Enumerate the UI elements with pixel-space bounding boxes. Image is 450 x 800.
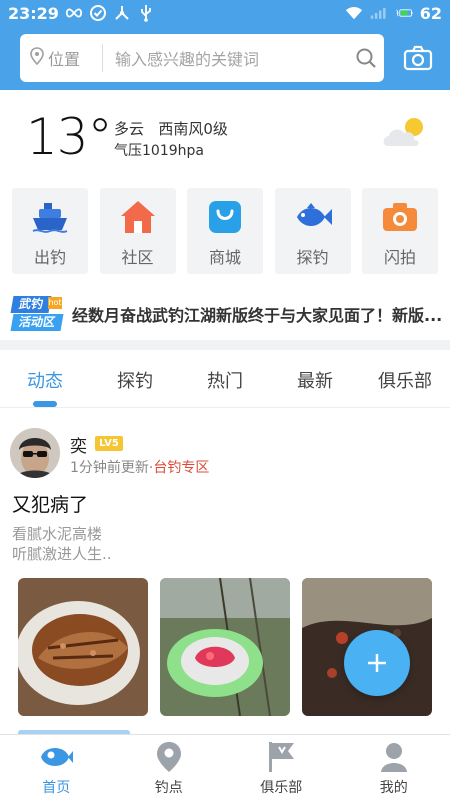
quick-item-label: 探钓	[296, 248, 329, 267]
active-tab-indicator	[33, 401, 57, 407]
infinity-icon	[65, 4, 83, 22]
top-header: 位置 输入感兴趣的关键词	[0, 26, 450, 90]
tab-dongtai[interactable]: 动态	[0, 350, 90, 407]
quick-item-chudiao[interactable]: 出钓	[12, 188, 88, 274]
quick-item-label: 出钓	[33, 248, 66, 267]
nav-label: 钓点	[154, 780, 183, 796]
search-input[interactable]: 输入感兴趣的关键词	[103, 46, 348, 70]
scan-camera-button[interactable]	[402, 42, 434, 74]
tab-julebu[interactable]: 俱乐部	[360, 350, 450, 407]
update-time: 1分钟前更新·	[70, 460, 154, 476]
tab-label: 动态	[27, 371, 63, 392]
tab-zuixin[interactable]: 最新	[270, 350, 360, 407]
activity-logo: 武钓 hot 活动区	[10, 296, 64, 332]
wifi-icon	[345, 4, 363, 22]
temperature: 13°	[26, 108, 113, 166]
level-badge: LV5	[95, 436, 123, 451]
location-selector[interactable]: 位置	[20, 34, 102, 82]
location-pin-icon	[30, 47, 44, 69]
status-bar: 23:29 62	[0, 0, 450, 26]
flag-icon	[264, 741, 298, 773]
post-image-fish-plate[interactable]	[18, 578, 148, 716]
ship-icon	[30, 198, 70, 236]
search-bar[interactable]: 位置 输入感兴趣的关键词	[20, 34, 384, 82]
status-time: 23:29	[8, 3, 59, 23]
bottom-nav: 首页 钓点 俱乐部 我的	[0, 734, 450, 800]
wind-text: 西南风0级	[158, 120, 228, 138]
quick-item-label: 闪拍	[383, 248, 416, 267]
weather-condition: 多云 西南风0级	[114, 118, 228, 139]
pressure-text: 气压1019hpa	[114, 143, 204, 159]
nav-label: 我的	[379, 780, 408, 796]
battery-icon	[395, 4, 413, 22]
fish-home-icon	[39, 741, 74, 773]
logo-hot-tag: hot	[48, 297, 62, 309]
plus-icon	[368, 654, 386, 672]
fish-icon	[293, 198, 333, 236]
tab-label: 最新	[297, 371, 333, 392]
tab-label: 俱乐部	[378, 371, 432, 392]
quick-item-shequ[interactable]: 社区	[99, 188, 176, 274]
check-circle-icon	[89, 4, 107, 22]
nav-mine[interactable]: 我的	[338, 735, 450, 800]
user-icon	[377, 741, 411, 773]
battery-level: 62	[419, 3, 442, 23]
post-body-line: 看腻水泥高楼	[12, 525, 103, 543]
nav-label: 俱乐部	[260, 780, 303, 796]
camera-icon	[403, 45, 433, 71]
post-image-bait-plate[interactable]	[160, 578, 290, 716]
nav-club[interactable]: 俱乐部	[225, 735, 338, 800]
tab-remen[interactable]: 热门	[180, 350, 270, 407]
quick-item-shangcheng[interactable]: 商城	[187, 188, 263, 274]
map-pin-icon	[152, 741, 186, 773]
share-node-icon	[113, 4, 131, 22]
nav-home[interactable]: 首页	[0, 735, 113, 800]
post-body-line: 听腻激进人生..	[12, 545, 112, 563]
feed-tabs: 动态 探钓 热门 最新 俱乐部	[0, 350, 450, 408]
activity-banner[interactable]: 武钓 hot 活动区 经数月奋战武钓江湖新版终于与大家见面了！新版...	[10, 294, 442, 334]
tab-tandiao[interactable]: 探钓	[90, 350, 180, 407]
post-title[interactable]: 又犯病了	[12, 490, 88, 517]
tab-label: 探钓	[117, 371, 153, 392]
add-post-button[interactable]	[344, 630, 410, 696]
quick-item-shanpai[interactable]: 闪拍	[362, 188, 438, 274]
nav-label: 首页	[42, 780, 71, 796]
section-divider	[0, 340, 450, 350]
zone-link[interactable]: 台钓专区	[153, 460, 209, 476]
quick-menu: 出钓 社区 商城 探钓 闪拍	[12, 188, 438, 274]
usb-icon	[137, 4, 155, 22]
avatar[interactable]	[10, 428, 60, 478]
weather-panel[interactable]: 13° 多云 西南风0级 气压1019hpa	[0, 90, 450, 182]
nav-diaodian[interactable]: 钓点	[113, 735, 226, 800]
post-meta: 1分钟前更新·台钓专区	[70, 457, 209, 477]
quick-item-label: 社区	[121, 248, 154, 267]
post-body: 看腻水泥高楼 听腻激进人生..	[12, 524, 112, 564]
quick-item-label: 商城	[208, 248, 241, 267]
condition-text: 多云	[114, 120, 145, 138]
house-icon	[118, 198, 158, 236]
camera-icon	[380, 198, 420, 236]
location-label: 位置	[48, 50, 81, 69]
quick-item-tandiao[interactable]: 探钓	[274, 188, 351, 274]
logo-line2: 活动区	[10, 314, 64, 331]
logo-line1: 武钓	[10, 296, 52, 313]
cloudy-sun-icon	[380, 116, 428, 154]
banner-text: 经数月奋战武钓江湖新版终于与大家见面了！新版...	[72, 306, 442, 325]
username[interactable]: 奕	[70, 432, 87, 457]
search-icon[interactable]	[348, 47, 384, 69]
shopping-bag-icon	[205, 198, 245, 236]
signal-icon	[370, 4, 388, 22]
tab-label: 热门	[207, 371, 243, 392]
